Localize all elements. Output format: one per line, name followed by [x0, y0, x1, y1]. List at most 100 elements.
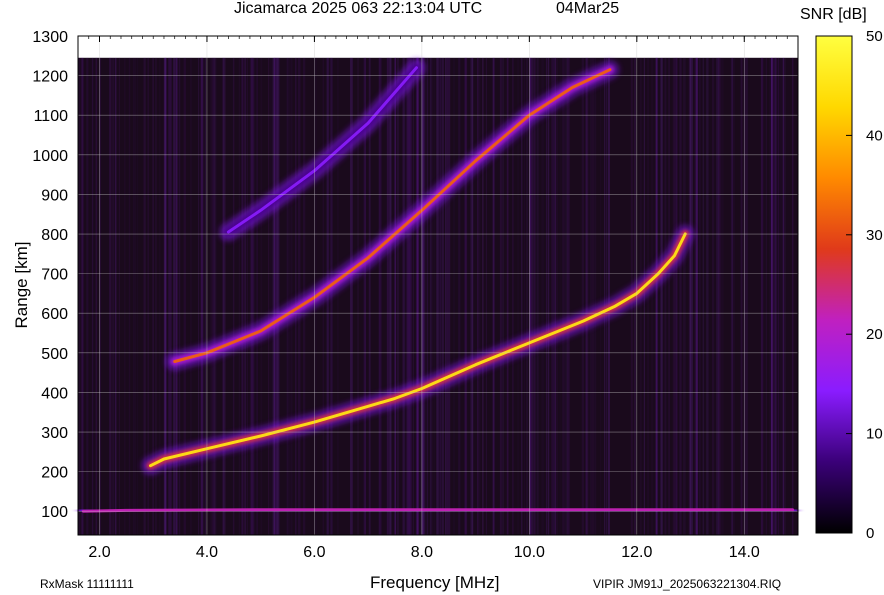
noise-streak	[712, 57, 714, 536]
noise-streak	[477, 57, 479, 536]
noise-streak	[745, 57, 748, 536]
noise-streak	[541, 57, 544, 536]
y-tick-label: 200	[41, 465, 68, 482]
noise-streak	[594, 57, 597, 536]
noise-streak	[493, 57, 495, 536]
noise-streak	[536, 57, 539, 536]
noise-streak	[109, 57, 112, 536]
noise-streak	[87, 57, 89, 536]
noise-streak	[136, 57, 138, 536]
noise-streak	[647, 57, 649, 536]
interference-line	[416, 57, 419, 536]
noise-streak	[551, 57, 554, 536]
noise-streak	[189, 57, 192, 536]
y-tick-label: 1300	[32, 29, 68, 46]
noise-streak	[731, 57, 733, 536]
noise-streak	[561, 57, 563, 536]
noise-streak	[397, 57, 399, 536]
noise-streak	[286, 57, 289, 536]
noise-streak	[232, 57, 235, 536]
noise-streak	[554, 57, 557, 536]
noise-streak	[132, 57, 134, 536]
noise-streak	[260, 57, 263, 536]
noise-streak	[664, 57, 667, 536]
noise-streak	[274, 57, 276, 536]
noise-streak	[114, 57, 117, 536]
noise-streak	[288, 57, 290, 536]
noise-streak	[222, 57, 226, 536]
noise-streak	[387, 57, 389, 536]
noise-streak	[668, 57, 670, 536]
noise-streak	[112, 57, 114, 536]
y-tick-label: 900	[41, 187, 68, 204]
noise-streak	[426, 57, 428, 536]
noise-streak	[683, 57, 686, 536]
noise-streak	[791, 57, 794, 536]
noise-streak	[408, 57, 412, 536]
plot-top-blank	[78, 36, 798, 58]
noise-streak	[651, 57, 654, 536]
noise-streak	[210, 57, 213, 536]
y-tick-label: 1000	[32, 148, 68, 165]
noise-streak	[447, 57, 451, 536]
colorbar-tick-label: 10	[866, 426, 883, 443]
noise-streak	[438, 57, 440, 536]
noise-streak	[778, 57, 780, 536]
noise-streak	[762, 57, 765, 536]
y-tick-label: 400	[41, 385, 68, 402]
noise-streak	[482, 57, 484, 536]
noise-streak	[439, 57, 442, 536]
noise-streak	[716, 57, 717, 536]
noise-streak	[478, 57, 481, 536]
noise-streak	[732, 57, 735, 536]
noise-streak	[599, 57, 602, 536]
noise-streak	[436, 57, 439, 536]
noise-streak	[425, 57, 426, 536]
y-tick-label: 500	[41, 346, 68, 363]
colorbar-tick-label: 40	[866, 127, 883, 144]
noise-streak	[198, 57, 199, 536]
noise-streak	[337, 57, 339, 536]
noise-streak	[660, 57, 663, 536]
ionogram-page: Jicamarca 2025 063 22:13:04 UTC 04Mar25 …	[0, 0, 884, 595]
noise-streak	[698, 57, 701, 536]
colorbar-tick-label: 30	[866, 227, 883, 244]
noise-streak	[690, 57, 693, 536]
y-tick-label: 600	[41, 306, 68, 323]
noise-streak	[531, 57, 533, 536]
y-tick-label: 1100	[34, 108, 69, 125]
noise-streak	[406, 57, 409, 536]
noise-streak	[774, 57, 777, 536]
noise-streak	[394, 57, 396, 536]
noise-streak	[295, 57, 297, 536]
noise-streak	[458, 57, 461, 536]
noise-streak	[238, 57, 241, 536]
noise-streak	[270, 57, 273, 536]
noise-streak	[212, 57, 215, 536]
noise-streak	[441, 57, 444, 536]
x-tick-label: 8.0	[411, 544, 433, 561]
noise-streak	[585, 57, 589, 536]
noise-streak	[689, 57, 691, 536]
noise-streak	[740, 57, 743, 536]
noise-streak	[412, 57, 414, 536]
colorbar-tick-label: 20	[866, 326, 883, 343]
noise-streak	[559, 57, 561, 536]
noise-streak	[718, 57, 721, 536]
x-tick-label: 12.0	[621, 544, 652, 561]
y-tick-label: 300	[41, 425, 68, 442]
noise-streak	[268, 57, 270, 536]
noise-streak	[470, 57, 474, 536]
y-tick-label: 700	[41, 267, 68, 284]
noise-streak	[199, 57, 201, 536]
noise-streak	[133, 57, 137, 536]
colorbar-tick-label: 50	[866, 28, 883, 45]
noise-streak	[204, 57, 206, 536]
noise-streak	[429, 57, 432, 536]
noise-streak	[604, 57, 605, 536]
noise-streak	[290, 57, 292, 536]
noise-streak	[721, 57, 724, 536]
x-tick-label: 4.0	[196, 544, 218, 561]
noise-streak	[589, 57, 592, 536]
noise-streak	[201, 57, 204, 536]
